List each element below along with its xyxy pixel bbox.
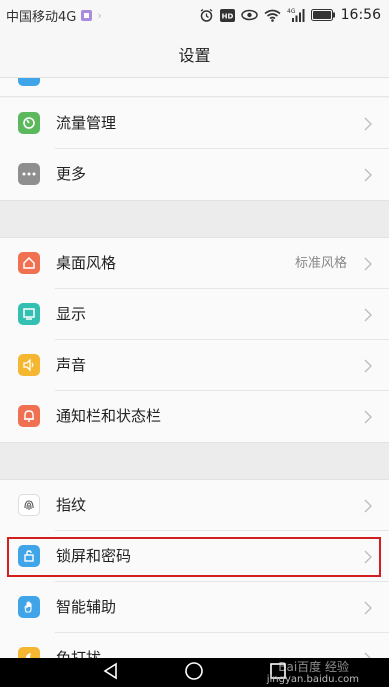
chevron-right-icon bbox=[364, 358, 372, 377]
moon-icon bbox=[18, 647, 40, 658]
status-time: 16:56 bbox=[340, 7, 381, 23]
setting-item-notifications[interactable]: 通知栏和状态栏 bbox=[0, 391, 389, 442]
setting-item-label: 流量管理 bbox=[56, 114, 117, 132]
lock-icon bbox=[18, 545, 40, 567]
setting-item-label: 桌面风格 bbox=[56, 254, 117, 272]
wifi-icon bbox=[264, 9, 281, 22]
hand-icon bbox=[18, 596, 40, 618]
setting-item-do-not-disturb[interactable]: 免打扰 bbox=[0, 633, 389, 658]
title-bar: 设置 bbox=[0, 30, 389, 78]
settings-list[interactable]: 流量管理 更多 桌面风格 标准风格 显示 声音 通知栏和状态栏 指纹 锁屏和密码… bbox=[0, 78, 389, 658]
svg-text:HD: HD bbox=[221, 12, 233, 20]
display-icon bbox=[18, 303, 40, 325]
home-icon bbox=[18, 252, 40, 274]
network-badge: 4G bbox=[287, 8, 296, 15]
sound-icon bbox=[18, 354, 40, 376]
section-gap bbox=[0, 442, 389, 480]
setting-item-more[interactable]: 更多 bbox=[0, 149, 389, 200]
setting-item-label: 显示 bbox=[56, 305, 87, 323]
section-gap bbox=[0, 200, 389, 238]
home-button[interactable] bbox=[184, 661, 204, 685]
alarm-icon bbox=[199, 8, 214, 23]
setting-item-fingerprint[interactable]: 指纹 bbox=[0, 480, 389, 531]
more-dots-icon bbox=[18, 163, 40, 185]
chevron-right-icon bbox=[364, 307, 372, 326]
setting-item-label: 智能辅助 bbox=[56, 598, 117, 616]
chevron-right-icon bbox=[364, 409, 372, 428]
eye-icon bbox=[240, 9, 258, 21]
hd-icon: HD bbox=[219, 8, 235, 22]
chevron-right-icon bbox=[364, 167, 372, 186]
status-bar: 中国移动4G › HD 4G 16:56 bbox=[0, 0, 389, 30]
setting-item-smart-assist[interactable]: 智能辅助 bbox=[0, 582, 389, 633]
setting-item-data-usage[interactable]: 流量管理 bbox=[0, 98, 389, 149]
navigation-bar: Bai百度 经验 jingyan.baidu.com bbox=[0, 658, 389, 687]
data-usage-icon bbox=[18, 112, 40, 134]
signal-icon: 4G bbox=[287, 8, 305, 22]
setting-item-value: 标准风格 bbox=[294, 256, 347, 271]
battery-icon bbox=[310, 9, 335, 21]
setting-item-label: 声音 bbox=[56, 356, 87, 374]
setting-item-display[interactable]: 显示 bbox=[0, 289, 389, 340]
chevron-right-icon bbox=[364, 116, 372, 135]
fingerprint-icon bbox=[18, 494, 40, 516]
setting-item-label: 通知栏和状态栏 bbox=[56, 407, 162, 425]
chevron-right-icon bbox=[364, 549, 372, 568]
watermark-logo: Bai百度 经验 bbox=[278, 660, 349, 674]
sim-icon bbox=[80, 9, 93, 22]
carrier-label: 中国移动4G bbox=[6, 9, 77, 25]
chevron-icon: › bbox=[97, 8, 102, 22]
watermark-url: jingyan.baidu.com bbox=[266, 674, 359, 685]
chevron-right-icon bbox=[364, 256, 372, 275]
setting-item-label: 免打扰 bbox=[56, 649, 102, 658]
setting-item-label: 更多 bbox=[56, 165, 87, 183]
chevron-right-icon bbox=[364, 498, 372, 517]
back-button[interactable] bbox=[102, 662, 120, 684]
setting-item-lock-screen[interactable]: 锁屏和密码 bbox=[0, 531, 389, 582]
chevron-right-icon bbox=[364, 600, 372, 619]
partial-icon bbox=[18, 78, 40, 86]
notification-icon bbox=[18, 405, 40, 427]
setting-item-home-style[interactable]: 桌面风格 标准风格 bbox=[0, 238, 389, 289]
list-item-partial[interactable] bbox=[0, 78, 389, 97]
setting-item-sound[interactable]: 声音 bbox=[0, 340, 389, 391]
setting-item-label: 锁屏和密码 bbox=[56, 547, 132, 565]
chevron-right-icon bbox=[364, 651, 372, 658]
page-title: 设置 bbox=[178, 45, 211, 65]
setting-item-label: 指纹 bbox=[56, 496, 87, 514]
